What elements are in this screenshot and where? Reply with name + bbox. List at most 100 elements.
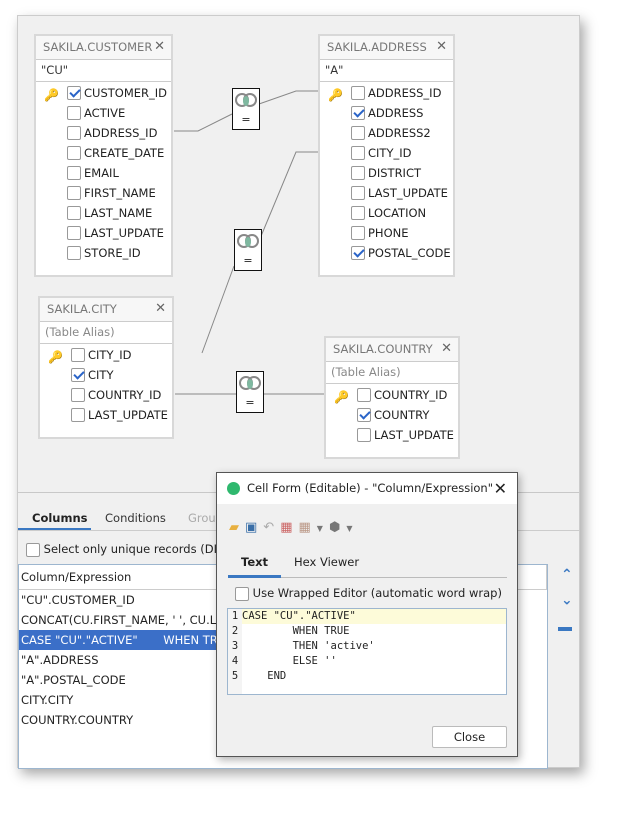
column-item[interactable]: LAST_UPDATE <box>40 405 172 425</box>
table-header[interactable]: SAKILA.COUNTRY ✕ <box>326 338 458 362</box>
column-item[interactable]: PHONE <box>320 223 453 243</box>
column-checkbox[interactable] <box>357 388 371 402</box>
close-icon[interactable]: ✕ <box>494 473 507 504</box>
column-item[interactable]: COUNTRY_ID <box>40 385 172 405</box>
join-box[interactable]: = <box>234 229 262 271</box>
column-checkbox[interactable] <box>67 146 81 160</box>
close-button[interactable]: Close <box>432 726 507 748</box>
grid-row[interactable]: CITY.CITY <box>19 690 216 710</box>
distinct-checkbox[interactable]: Select only unique records (DISTI <box>26 542 235 557</box>
tab-conditions[interactable]: Conditions <box>105 511 166 525</box>
code-editor[interactable]: 1 CASE "CU"."ACTIVE" 2 WHEN TRUE 3 THEN 'ac… <box>227 608 507 695</box>
column-checkbox[interactable] <box>351 86 365 100</box>
column-item[interactable]: 🔑 CUSTOMER_ID <box>36 83 171 103</box>
column-item[interactable]: 🔑 COUNTRY_ID <box>326 385 458 405</box>
tab-text[interactable]: Text <box>241 555 268 569</box>
table-alias-input[interactable]: "A" <box>320 60 453 82</box>
column-item[interactable]: 🔑 CITY_ID <box>40 345 172 365</box>
tab-hex-viewer[interactable]: Hex Viewer <box>294 555 359 569</box>
grid-row[interactable]: CASE "CU"."ACTIVE" WHEN TR... <box>19 630 216 650</box>
close-icon[interactable]: ✕ <box>441 338 452 360</box>
grid-row[interactable]: "CU".CUSTOMER_ID <box>19 590 216 610</box>
grid-row[interactable]: "A".ADDRESS <box>19 650 216 670</box>
code-line: 2 WHEN TRUE <box>231 625 350 637</box>
column-item[interactable]: CITY_ID <box>320 143 453 163</box>
column-item[interactable]: LAST_UPDATE <box>326 425 458 445</box>
checkbox <box>26 542 40 557</box>
column-checkbox[interactable] <box>351 126 365 140</box>
column-item[interactable]: ADDRESS2 <box>320 123 453 143</box>
column-item[interactable]: CITY <box>40 365 172 385</box>
wrap-checkbox[interactable]: Use Wrapped Editor (automatic word wrap) <box>235 586 502 601</box>
column-checkbox[interactable] <box>351 246 365 260</box>
save-icon[interactable]: ▣ <box>245 520 263 535</box>
table-sakila-country[interactable]: SAKILA.COUNTRY ✕ (Table Alias) 🔑 COUNTRY_ID C… <box>324 336 460 459</box>
column-checkbox[interactable] <box>67 166 81 180</box>
package-icon[interactable]: ⬢ <box>329 520 346 535</box>
column-item[interactable]: COUNTRY <box>326 405 458 425</box>
close-icon[interactable]: ✕ <box>154 36 165 58</box>
close-icon[interactable]: ✕ <box>436 36 447 58</box>
column-checkbox[interactable] <box>67 206 81 220</box>
column-checkbox[interactable] <box>67 226 81 240</box>
column-checkbox[interactable] <box>67 106 81 120</box>
column-checkbox[interactable] <box>351 106 365 120</box>
column-checkbox[interactable] <box>357 408 371 422</box>
column-checkbox[interactable] <box>71 368 85 382</box>
remove-icon[interactable] <box>558 627 572 631</box>
join-box[interactable]: = <box>232 88 260 130</box>
column-item[interactable]: ACTIVE <box>36 103 171 123</box>
column-checkbox[interactable] <box>67 186 81 200</box>
move-up-icon[interactable]: ⌃ <box>561 567 573 583</box>
column-item[interactable]: CREATE_DATE <box>36 143 171 163</box>
table-sakila-address[interactable]: SAKILA.ADDRESS ✕ "A" 🔑 ADDRESS_ID ADDRESS ADDR… <box>318 34 455 277</box>
column-item[interactable]: STORE_ID <box>36 243 171 263</box>
column-checkbox[interactable] <box>351 166 365 180</box>
column-checkbox[interactable] <box>71 408 85 422</box>
column-checkbox[interactable] <box>67 126 81 140</box>
column-item[interactable]: LAST_UPDATE <box>36 223 171 243</box>
column-checkbox[interactable] <box>351 146 365 160</box>
column-item[interactable]: LOCATION <box>320 203 453 223</box>
table-sakila-city[interactable]: SAKILA.CITY ✕ (Table Alias) 🔑 CITY_ID CITY COU… <box>38 296 174 439</box>
close-icon[interactable]: ✕ <box>155 298 166 320</box>
column-item[interactable]: ADDRESS <box>320 103 453 123</box>
tab-columns[interactable]: Columns <box>32 511 87 525</box>
column-checkbox[interactable] <box>67 86 81 100</box>
move-down-icon[interactable]: ⌃ <box>561 590 573 606</box>
dropdown-icon[interactable]: ▼ <box>317 524 329 533</box>
table-header[interactable]: SAKILA.CITY ✕ <box>40 298 172 322</box>
column-item[interactable]: LAST_NAME <box>36 203 171 223</box>
column-checkbox[interactable] <box>357 428 371 442</box>
join-box[interactable]: = <box>236 371 264 413</box>
grid-delete-icon[interactable]: ▦ <box>280 520 298 535</box>
column-checkbox[interactable] <box>351 206 365 220</box>
column-item[interactable]: LAST_UPDATE <box>320 183 453 203</box>
grid-row[interactable]: "A".POSTAL_CODE <box>19 670 216 690</box>
cell-form-dialog: Cell Form (Editable) - "Column/Expressio… <box>216 472 518 757</box>
column-checkbox[interactable] <box>351 226 365 240</box>
dropdown-icon[interactable]: ▼ <box>346 524 358 533</box>
undo-icon[interactable]: ↶ <box>263 520 280 535</box>
table-alias-input[interactable]: (Table Alias) <box>40 322 172 344</box>
grid-row[interactable]: CONCAT(CU.FIRST_NAME, ' ', CU.L... <box>19 610 216 630</box>
grid-edit-icon[interactable]: ▦ <box>299 520 317 535</box>
column-item[interactable]: DISTRICT <box>320 163 453 183</box>
column-checkbox[interactable] <box>67 246 81 260</box>
table-header[interactable]: SAKILA.ADDRESS ✕ <box>320 36 453 60</box>
column-checkbox[interactable] <box>71 348 85 362</box>
column-item[interactable]: 🔑 ADDRESS_ID <box>320 83 453 103</box>
table-sakila-customer[interactable]: SAKILA.CUSTOMER ✕ "CU" 🔑 CUSTOMER_ID ACTIVE AD… <box>34 34 173 277</box>
column-item[interactable]: ADDRESS_ID <box>36 123 171 143</box>
diagram-canvas[interactable]: = = = SAKILA.CUSTOMER ✕ "CU" 🔑 CUSTOMER_ID AC… <box>18 16 579 493</box>
open-file-icon[interactable]: ▰ <box>229 520 245 535</box>
grid-row[interactable]: COUNTRY.COUNTRY <box>19 710 216 730</box>
column-item[interactable]: FIRST_NAME <box>36 183 171 203</box>
column-checkbox[interactable] <box>71 388 85 402</box>
table-alias-input[interactable]: (Table Alias) <box>326 362 458 384</box>
column-item[interactable]: POSTAL_CODE <box>320 243 453 263</box>
table-alias-input[interactable]: "CU" <box>36 60 171 82</box>
column-item[interactable]: EMAIL <box>36 163 171 183</box>
table-header[interactable]: SAKILA.CUSTOMER ✕ <box>36 36 171 60</box>
column-checkbox[interactable] <box>351 186 365 200</box>
